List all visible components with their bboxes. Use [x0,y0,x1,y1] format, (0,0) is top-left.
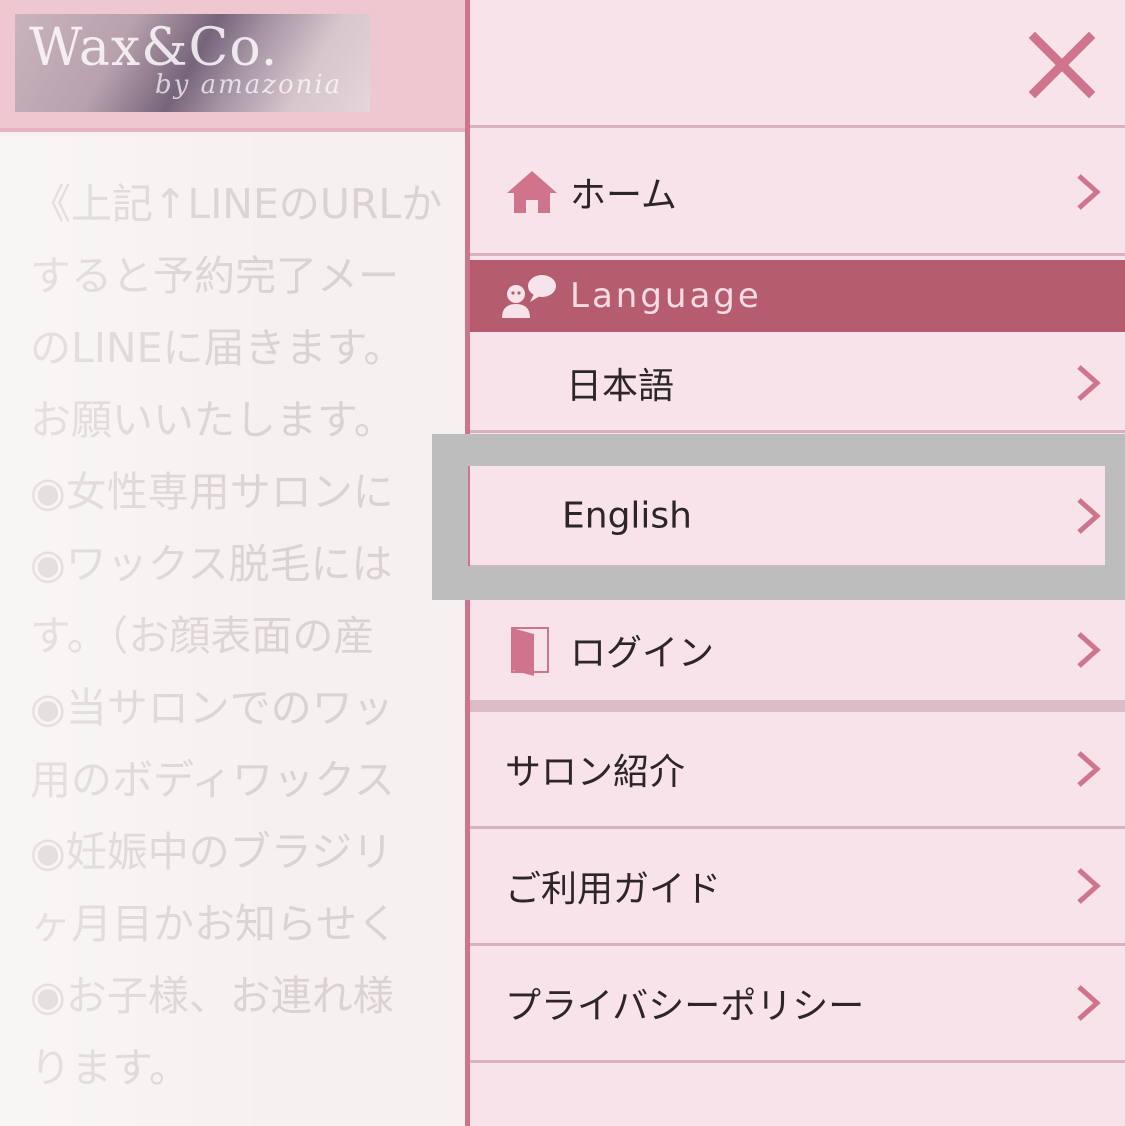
body-line: ります。 [30,1044,190,1092]
site-logo[interactable]: Wax&Co. by amazonia [15,14,370,112]
menu-top-bar [470,0,1125,128]
background-page: Wax&Co. by amazonia 《上記↑LINEのURLか すると予約完… [0,0,470,1126]
body-line: 用のボディワックス [30,756,395,804]
language-chat-icon [502,275,556,318]
logo-subtitle: by amazonia [155,70,343,100]
chevron-right-icon [1077,632,1101,668]
site-header: Wax&Co. by amazonia [0,0,470,132]
close-icon [1028,31,1096,99]
menu-item-label: ホーム [570,175,677,216]
menu-item-login[interactable]: ログイン [470,600,1125,700]
menu-item-home[interactable]: ホーム [470,131,1125,256]
menu-item-label: ご利用ガイド [505,869,722,910]
language-section-header: Language [470,260,1125,332]
section-divider [470,700,1125,712]
body-line: ヶ月目かお知らせく [30,900,399,948]
menu-item-label: 日本語 [566,365,675,407]
chevron-right-icon [1077,985,1101,1021]
slide-menu: ホーム Language 日本語 English ログイン サロン紹介 ご利用ガ… [465,0,1125,1126]
language-section-title: Language [570,276,762,316]
body-line: ◉妊娠中のブラジリ [30,828,393,876]
menu-item-privacy[interactable]: プライバシーポリシー [470,946,1125,1063]
body-line: すると予約完了メー [30,252,399,300]
menu-item-label: サロン紹介 [505,752,686,793]
body-line: ◉ワックス脱毛には [30,540,393,588]
body-line: ◉当サロンでのワッ [30,684,394,732]
menu-item-label: ログイン [570,633,715,674]
chevron-right-icon [1077,364,1101,401]
body-line: 《上記↑LINEのURLか [30,180,443,228]
chevron-right-icon [1077,497,1101,534]
menu-item-label: プライバシーポリシー [505,986,865,1027]
body-line: す。（お顔表面の産 [30,612,375,660]
menu-item-guide[interactable]: ご利用ガイド [470,829,1125,946]
body-line: のLINEに届きます。 [30,324,405,372]
body-line: ◉女性専用サロンに [30,468,394,516]
menu-item-english[interactable]: English [470,466,1125,568]
chevron-right-icon [1077,174,1101,210]
door-icon [511,627,549,676]
home-icon [507,171,557,213]
menu-item-japanese[interactable]: 日本語 [470,335,1125,433]
body-line: ◉お子様、お連れ様 [30,972,394,1020]
chevron-right-icon [1077,868,1101,904]
logo-title: Wax&Co. [29,18,279,78]
body-line: お願いいたします。 [30,396,395,444]
menu-item-salon[interactable]: サロン紹介 [470,712,1125,829]
menu-item-label: English [562,495,692,536]
chevron-right-icon [1077,751,1101,787]
close-button[interactable] [1027,30,1097,100]
page-body-text: 《上記↑LINEのURLか すると予約完了メー のLINEに届きます。 お願いい… [30,168,470,1104]
